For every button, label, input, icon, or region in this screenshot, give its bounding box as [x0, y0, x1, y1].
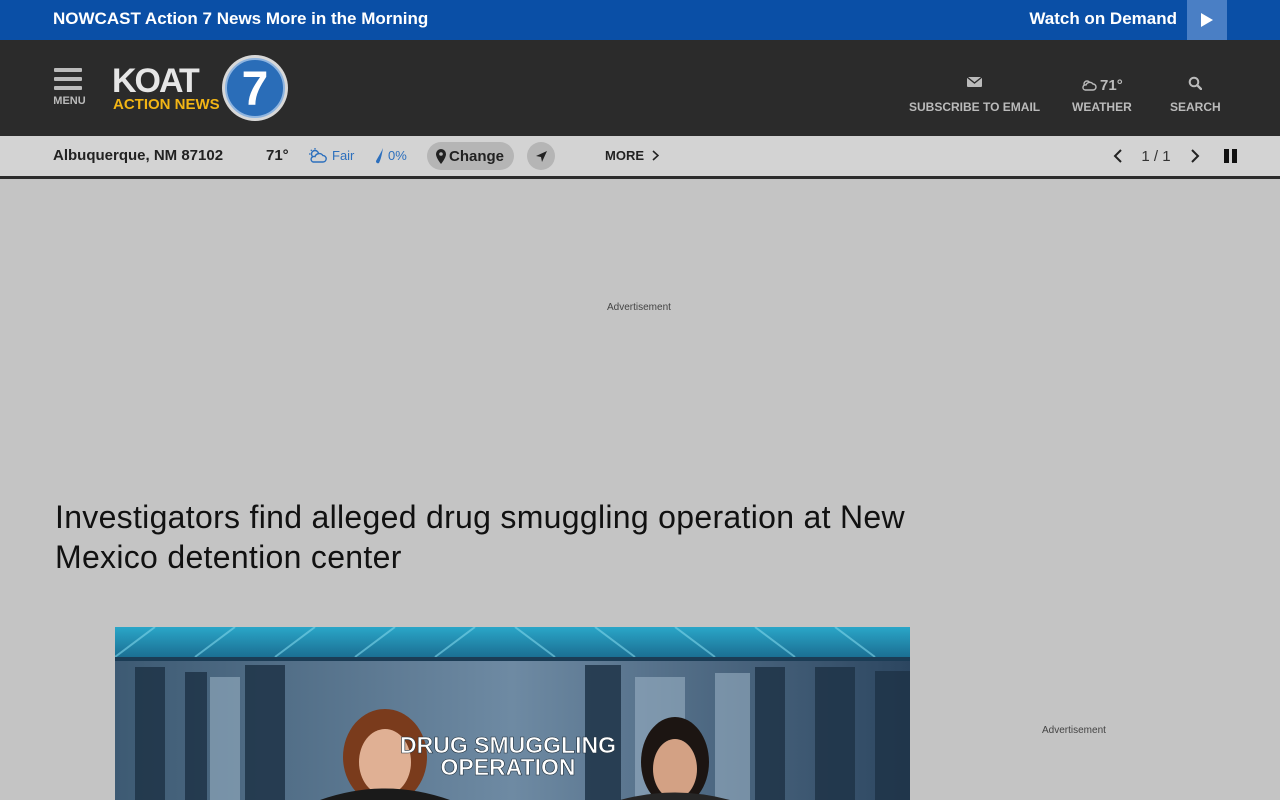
condition-text: Fair — [332, 148, 355, 163]
nowcast-title: Action 7 News More in the Morning — [144, 9, 429, 28]
menu-label: MENU — [53, 95, 86, 107]
logo-text: KOAT — [112, 62, 200, 100]
menu-button[interactable]: MENU — [53, 68, 87, 107]
site-header: MENU KOAT ACTION NEWS 7 SUBSCRIBE TO EMA… — [0, 40, 1280, 136]
precip-value: 0% — [388, 148, 407, 163]
previous-button[interactable] — [1105, 144, 1129, 168]
change-label: Change — [449, 147, 505, 165]
video-thumbnail: DRUG SMUGGLING OPERATION — [115, 627, 910, 800]
weather-bar: Albuquerque, NM 87102 71° Fair 0% Change… — [0, 136, 1280, 179]
chevron-right-icon — [652, 150, 659, 161]
raindrop-icon — [375, 148, 383, 164]
subscribe-email-button[interactable]: SUBSCRIBE TO EMAIL — [909, 76, 1040, 114]
next-button[interactable] — [1183, 144, 1207, 168]
hamburger-icon — [53, 68, 87, 90]
play-icon — [1201, 13, 1213, 27]
top-ad-label: Advertisement — [607, 302, 671, 313]
partly-cloudy-icon — [309, 148, 327, 163]
logo-subtext: ACTION NEWS — [113, 96, 220, 113]
search-label: SEARCH — [1170, 100, 1221, 114]
location-name: Albuquerque, NM 87102 — [53, 147, 224, 164]
precipitation: 0% — [374, 147, 407, 164]
nowcast-label: NOWCAST — [53, 9, 141, 28]
weather-button[interactable]: 71° WEATHER — [1072, 76, 1132, 115]
current-temperature: 71° — [266, 147, 289, 164]
side-ad-label: Advertisement — [1042, 725, 1106, 736]
pager-count: 1 / 1 — [1141, 147, 1171, 165]
more-label: MORE — [605, 148, 644, 163]
alert-pager: 1 / 1 — [1105, 144, 1241, 168]
search-icon — [1170, 76, 1221, 94]
location-arrow-icon — [535, 150, 547, 162]
envelope-icon — [909, 76, 1040, 94]
article-video[interactable]: DRUG SMUGGLING OPERATION — [115, 627, 910, 800]
map-pin-icon — [436, 148, 446, 164]
logo-number: 7 — [242, 63, 269, 116]
use-my-location-button[interactable] — [527, 142, 555, 170]
video-graphic-line2: OPERATION — [440, 754, 575, 780]
pause-button[interactable] — [1221, 144, 1241, 168]
chevron-right-icon — [1190, 149, 1199, 163]
weather-condition: Fair — [308, 147, 354, 164]
partly-cloudy-icon — [1082, 80, 1097, 91]
nowcast-link[interactable]: NOWCAST Action 7 News More in the Mornin… — [53, 9, 428, 29]
search-button[interactable]: SEARCH — [1170, 76, 1221, 114]
header-weather-temp: 71° — [1100, 76, 1123, 94]
chevron-left-icon — [1113, 149, 1122, 163]
subscribe-label: SUBSCRIBE TO EMAIL — [909, 100, 1041, 114]
pause-icon — [1224, 149, 1237, 163]
change-location-button[interactable]: Change — [427, 142, 515, 170]
koat-logo[interactable]: KOAT ACTION NEWS 7 — [112, 54, 292, 124]
watch-on-demand-link[interactable]: Watch on Demand — [1029, 9, 1177, 29]
weather-label: WEATHER — [1072, 100, 1132, 114]
article-headline: Investigators find alleged drug smugglin… — [55, 499, 905, 575]
watch-play-button[interactable] — [1187, 0, 1227, 40]
more-weather-link[interactable]: MORE — [605, 148, 659, 163]
top-banner: NOWCAST Action 7 News More in the Mornin… — [0, 0, 1280, 40]
